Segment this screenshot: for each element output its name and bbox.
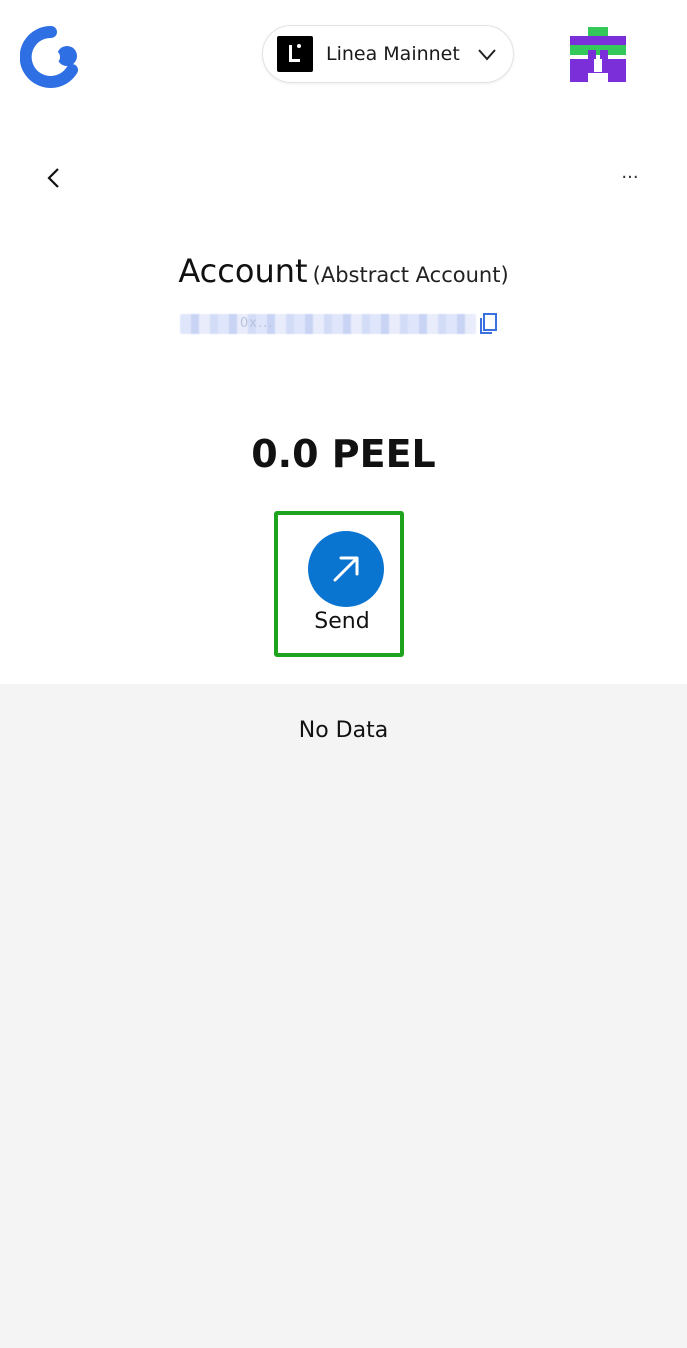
empty-state-text: No Data: [298, 718, 389, 743]
send-circle: [308, 531, 384, 607]
account-title: Account: [178, 252, 308, 290]
back-button[interactable]: [38, 162, 70, 194]
account-type: (Abstract Account): [312, 263, 509, 287]
address-text: 0x...: [240, 316, 274, 331]
network-name: Linea Mainnet: [326, 43, 460, 65]
send-highlight-box: Send: [274, 511, 404, 657]
app-logo-icon[interactable]: [20, 26, 82, 88]
linea-logo-icon: [277, 36, 313, 72]
token-balance: 0.0 PEEL: [251, 432, 436, 476]
copy-icon[interactable]: [478, 312, 498, 336]
chevron-left-icon: [47, 168, 59, 188]
more-options-button[interactable]: ···: [614, 164, 646, 192]
network-selector[interactable]: Linea Mainnet: [262, 25, 514, 83]
account-heading: Account (Abstract Account): [0, 252, 687, 290]
chevron-down-icon: [478, 49, 496, 61]
send-label: Send: [314, 609, 370, 634]
send-button[interactable]: Send: [282, 531, 396, 641]
arrow-up-right-icon: [333, 556, 359, 582]
activity-panel: No Data: [0, 684, 687, 1348]
avatar[interactable]: [570, 27, 626, 83]
address-mask: [180, 314, 476, 334]
account-address[interactable]: 0x...: [178, 310, 500, 338]
